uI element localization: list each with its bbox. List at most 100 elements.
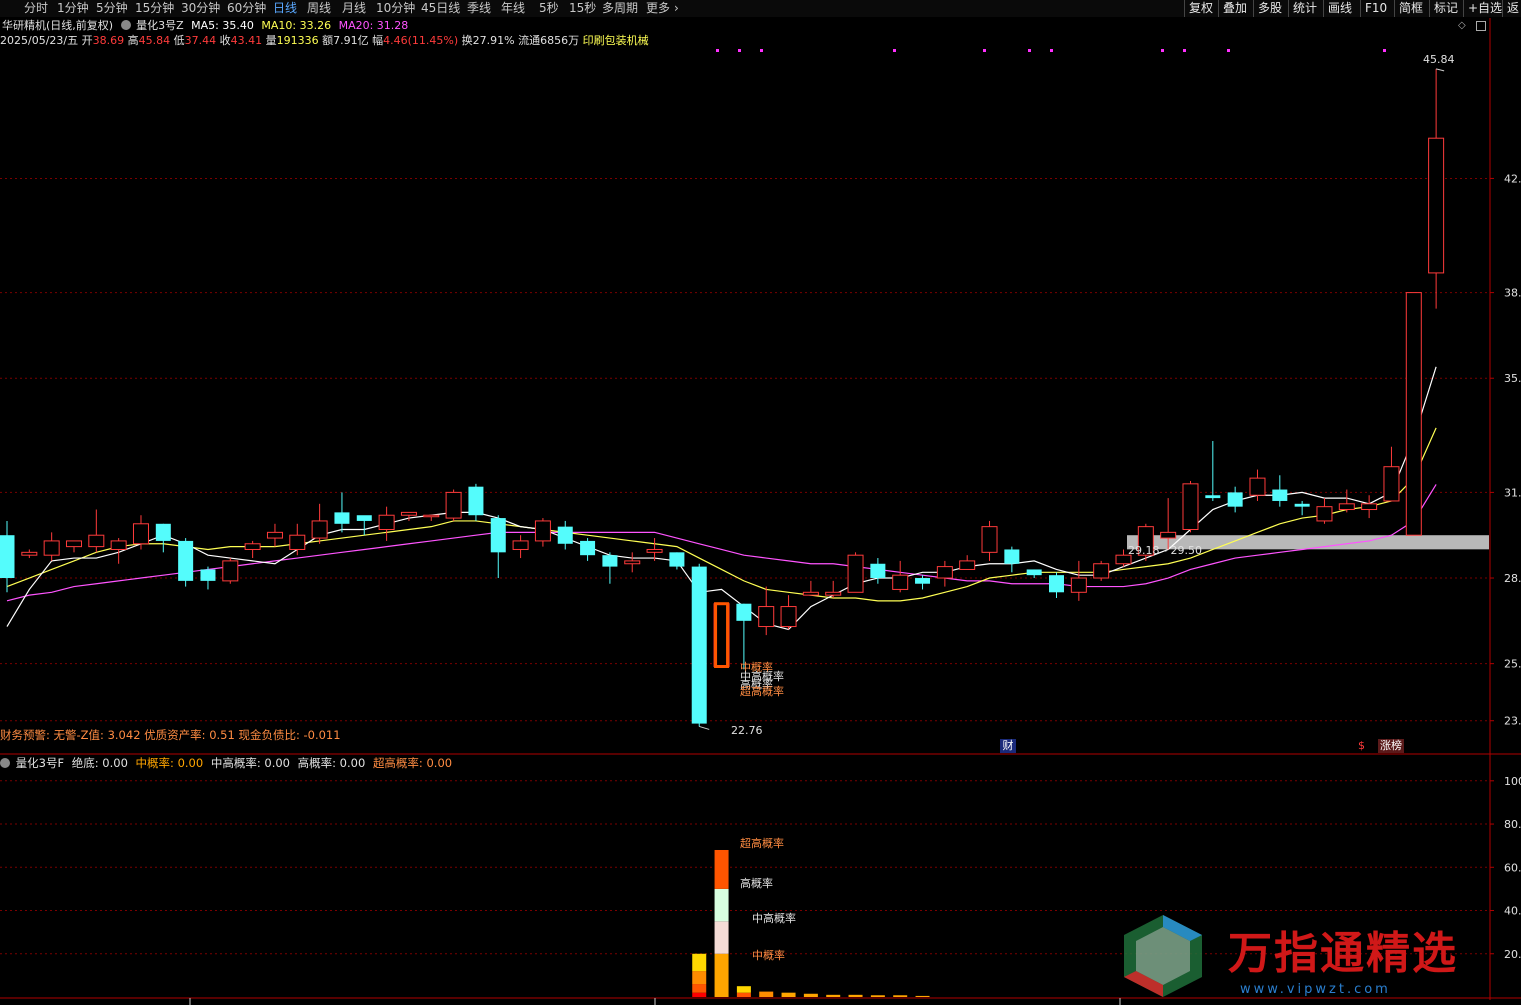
candle-body-down xyxy=(1004,549,1020,564)
sub-indicator-name[interactable]: 量化3号F xyxy=(16,756,64,770)
candle-body-up xyxy=(512,540,529,550)
signal-dot xyxy=(893,49,896,52)
candle-body-down xyxy=(178,540,194,581)
candle-body-up xyxy=(1428,137,1445,274)
signal-dot xyxy=(760,49,763,52)
candle-body-down xyxy=(1205,495,1221,499)
signal-label-veryhigh: 超高概率 xyxy=(740,685,784,698)
sub-jd: 绝底: 0.00 xyxy=(71,756,128,770)
signal-dot xyxy=(1050,49,1053,52)
sub-axis-label: 100 xyxy=(1504,775,1521,788)
candle-body-up xyxy=(445,491,462,519)
price-chart[interactable]: 42. 38. 35. 31. 28. 25. 23. 100 80. 60. 40. 20. xyxy=(0,0,1521,1005)
sub-cggl: 超高概率: 0.00 xyxy=(372,756,453,770)
finance-badge[interactable]: 财 xyxy=(1000,739,1016,753)
candle-body-up xyxy=(110,540,127,550)
candle-body-down xyxy=(155,523,171,541)
candle-body-up xyxy=(266,531,283,539)
max-price-label: 45.84 xyxy=(1423,53,1455,66)
candle-body-up xyxy=(289,534,306,550)
candle-body-up xyxy=(624,560,641,565)
zone-range-label: 29.18 - 29.50 xyxy=(1128,544,1202,557)
limit-up-badge[interactable]: 涨榜 xyxy=(1378,739,1404,753)
candle-body-down xyxy=(468,486,484,516)
sub-bar-31 xyxy=(692,992,707,997)
candle-body-up xyxy=(1383,466,1400,502)
sub-axis-label: 60. xyxy=(1504,861,1521,874)
candle-body-up xyxy=(802,591,819,596)
sub-label-veryhigh: 超高概率 xyxy=(740,837,784,850)
price-axis-label: 28. xyxy=(1504,572,1521,585)
candle-body-down xyxy=(870,563,886,579)
sub-axis-label: 20. xyxy=(1504,948,1521,961)
candle-body-down xyxy=(915,578,931,584)
sub-bar-31 xyxy=(692,971,707,985)
price-axis-label: 25. xyxy=(1504,658,1521,671)
watermark-text: 万指通精选 xyxy=(1228,928,1458,979)
candle-body-up xyxy=(1249,477,1266,496)
candle-body-up xyxy=(936,566,953,579)
candle-body-up xyxy=(378,514,395,531)
signal-dot xyxy=(1028,49,1031,52)
candle-body-down xyxy=(736,603,752,621)
sub-bar-31 xyxy=(692,984,707,993)
price-axis-label: 35. xyxy=(1504,372,1521,385)
ma5-line xyxy=(6,366,1437,631)
candle-body-up xyxy=(88,534,105,548)
ma10-line xyxy=(6,427,1437,602)
sub-bar-31 xyxy=(692,953,707,972)
candle-body-down xyxy=(691,566,707,724)
signal-dot xyxy=(1227,49,1230,52)
sub-bar-32 xyxy=(714,849,729,889)
candle-body-up xyxy=(1361,503,1378,511)
candle-body-up xyxy=(222,560,239,582)
watermark-logo xyxy=(1120,913,1206,999)
candle-body-up xyxy=(400,511,417,516)
sub-bar-32 xyxy=(714,953,729,997)
sub-bar xyxy=(848,994,863,997)
sub-axis-label: 80. xyxy=(1504,818,1521,831)
candle-body-down xyxy=(1049,575,1065,593)
candle-body-down xyxy=(1227,492,1243,507)
sub-bar-32 xyxy=(714,921,729,954)
candle-body-up xyxy=(1160,531,1177,539)
candle-body-down xyxy=(334,512,350,524)
candle-body-up xyxy=(1070,577,1087,593)
sub-axis-label: 40. xyxy=(1504,905,1521,918)
candle-body-up xyxy=(646,548,663,553)
min-marker xyxy=(699,725,710,730)
sub-bar-32 xyxy=(714,888,729,922)
candle-body-up xyxy=(1093,563,1110,579)
candle-body-down xyxy=(669,552,685,567)
sub-zgl: 中概率: 0.00 xyxy=(135,756,204,770)
candle-body-up xyxy=(423,514,440,518)
sub-bar-33 xyxy=(736,992,751,997)
candle-body-down xyxy=(200,569,216,581)
sub-indicator-header: 量化3号F 绝底: 0.00 中概率: 0.00 中高概率: 0.00 高概率:… xyxy=(0,756,452,770)
price-axis-label: 23. xyxy=(1504,715,1521,728)
candle-body-up xyxy=(847,554,864,593)
sub-label-midhigh: 中高概率 xyxy=(752,912,796,925)
candle-body-up xyxy=(892,574,909,590)
sub-zggl: 中高概率: 0.00 xyxy=(210,756,290,770)
watermark-url: www.vipwzt.com xyxy=(1240,982,1391,997)
sub-label-high: 高概率 xyxy=(740,877,773,890)
sub-ggl: 高概率: 0.00 xyxy=(297,756,366,770)
candle-body-down xyxy=(0,535,15,579)
signal-dot xyxy=(1161,49,1164,52)
sub-bar xyxy=(915,995,930,997)
signal-candle xyxy=(714,602,730,668)
candle-body-down xyxy=(602,555,618,567)
candle-body-up xyxy=(1316,506,1333,522)
candle-body-up xyxy=(21,551,38,556)
price-axis-label: 38. xyxy=(1504,287,1521,300)
sub-bar xyxy=(759,991,774,997)
signal-dot xyxy=(983,49,986,52)
candle-body-up xyxy=(65,540,82,548)
candle-body-up xyxy=(758,606,775,628)
candle-body-down xyxy=(1294,503,1310,507)
sub-indicator-dropdown-icon[interactable] xyxy=(0,758,10,768)
max-marker xyxy=(1435,68,1445,72)
dollar-badge[interactable]: $ xyxy=(1358,739,1366,753)
sub-bar xyxy=(893,995,908,997)
